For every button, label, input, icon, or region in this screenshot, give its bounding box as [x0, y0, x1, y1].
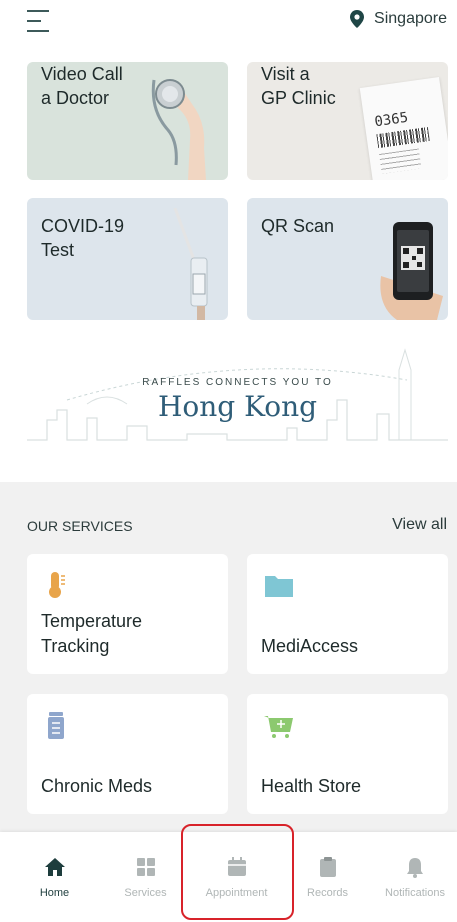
banner-destination: Hong Kong [157, 390, 318, 423]
nav-label: Appointment [205, 887, 268, 899]
folder-icon [265, 576, 293, 597]
tile-label: COVID-19 Test [41, 216, 125, 260]
visit-gp-clinic-tile[interactable]: Visit a GP Clinic 0365 [247, 62, 448, 180]
pill-bottle-icon [48, 712, 64, 739]
location-selector[interactable]: Singapore [350, 10, 447, 28]
ticket-number: 0365 [373, 109, 410, 131]
hamburger-menu-icon[interactable] [27, 8, 49, 34]
card-label: Temperature Tracking [41, 611, 143, 656]
thermometer-icon [49, 572, 65, 598]
section-title: OUR SERVICES [27, 518, 133, 534]
queue-ticket-image: 0365 [359, 76, 448, 180]
bottom-navigation: Home Services Appointment Records Notifi… [0, 832, 457, 922]
raffles-connects-banner[interactable]: RAFFLES CONNECTS YOU TO Hong Kong [27, 340, 448, 460]
swab-test-image [173, 208, 208, 320]
nav-home[interactable]: Home [9, 832, 100, 902]
location-pin-icon [350, 10, 365, 28]
nav-notifications[interactable]: Notifications [373, 832, 457, 902]
nav-records[interactable]: Records [282, 832, 373, 902]
home-screen: Singapore Video Call a Doctor Visit a GP… [0, 0, 457, 922]
phone-qr-image [380, 222, 443, 320]
health-store-card[interactable]: Health Store [247, 694, 448, 814]
nav-label: Services [124, 887, 167, 899]
view-all-link[interactable]: View all [392, 516, 447, 534]
tile-label: QR Scan [261, 216, 335, 236]
tile-label: Video Call a Doctor [41, 64, 123, 108]
tile-label: Visit a GP Clinic [261, 64, 336, 108]
our-services-section: OUR SERVICES View all Temperature Tracki… [0, 482, 457, 842]
shopping-cart-icon [264, 716, 293, 738]
clipboard-icon [319, 857, 336, 877]
mediaccess-card[interactable]: MediAccess [247, 554, 448, 674]
calendar-icon [227, 857, 246, 876]
card-label: MediAccess [261, 636, 359, 656]
card-label: Health Store [261, 776, 362, 796]
temperature-tracking-card[interactable]: Temperature Tracking [27, 554, 228, 674]
banner-subtitle: RAFFLES CONNECTS YOU TO [142, 377, 333, 388]
location-label: Singapore [374, 10, 447, 27]
bell-icon [407, 858, 423, 878]
covid-test-tile[interactable]: COVID-19 Test [27, 198, 228, 320]
qr-scan-tile[interactable]: QR Scan [247, 198, 448, 320]
ticket-lines [379, 148, 422, 174]
chronic-meds-card[interactable]: Chronic Meds [27, 694, 228, 814]
video-call-doctor-tile[interactable]: Video Call a Doctor [27, 62, 228, 180]
home-icon [44, 858, 65, 876]
stethoscope-image [151, 79, 206, 180]
nav-label: Records [307, 887, 348, 899]
nav-label: Home [39, 887, 70, 899]
nav-label: Notifications [385, 887, 445, 899]
nav-services[interactable]: Services [100, 832, 191, 902]
card-label: Chronic Meds [41, 776, 153, 796]
barcode [376, 127, 430, 149]
nav-appointment[interactable]: Appointment [191, 832, 282, 902]
grid-icon [136, 858, 155, 876]
